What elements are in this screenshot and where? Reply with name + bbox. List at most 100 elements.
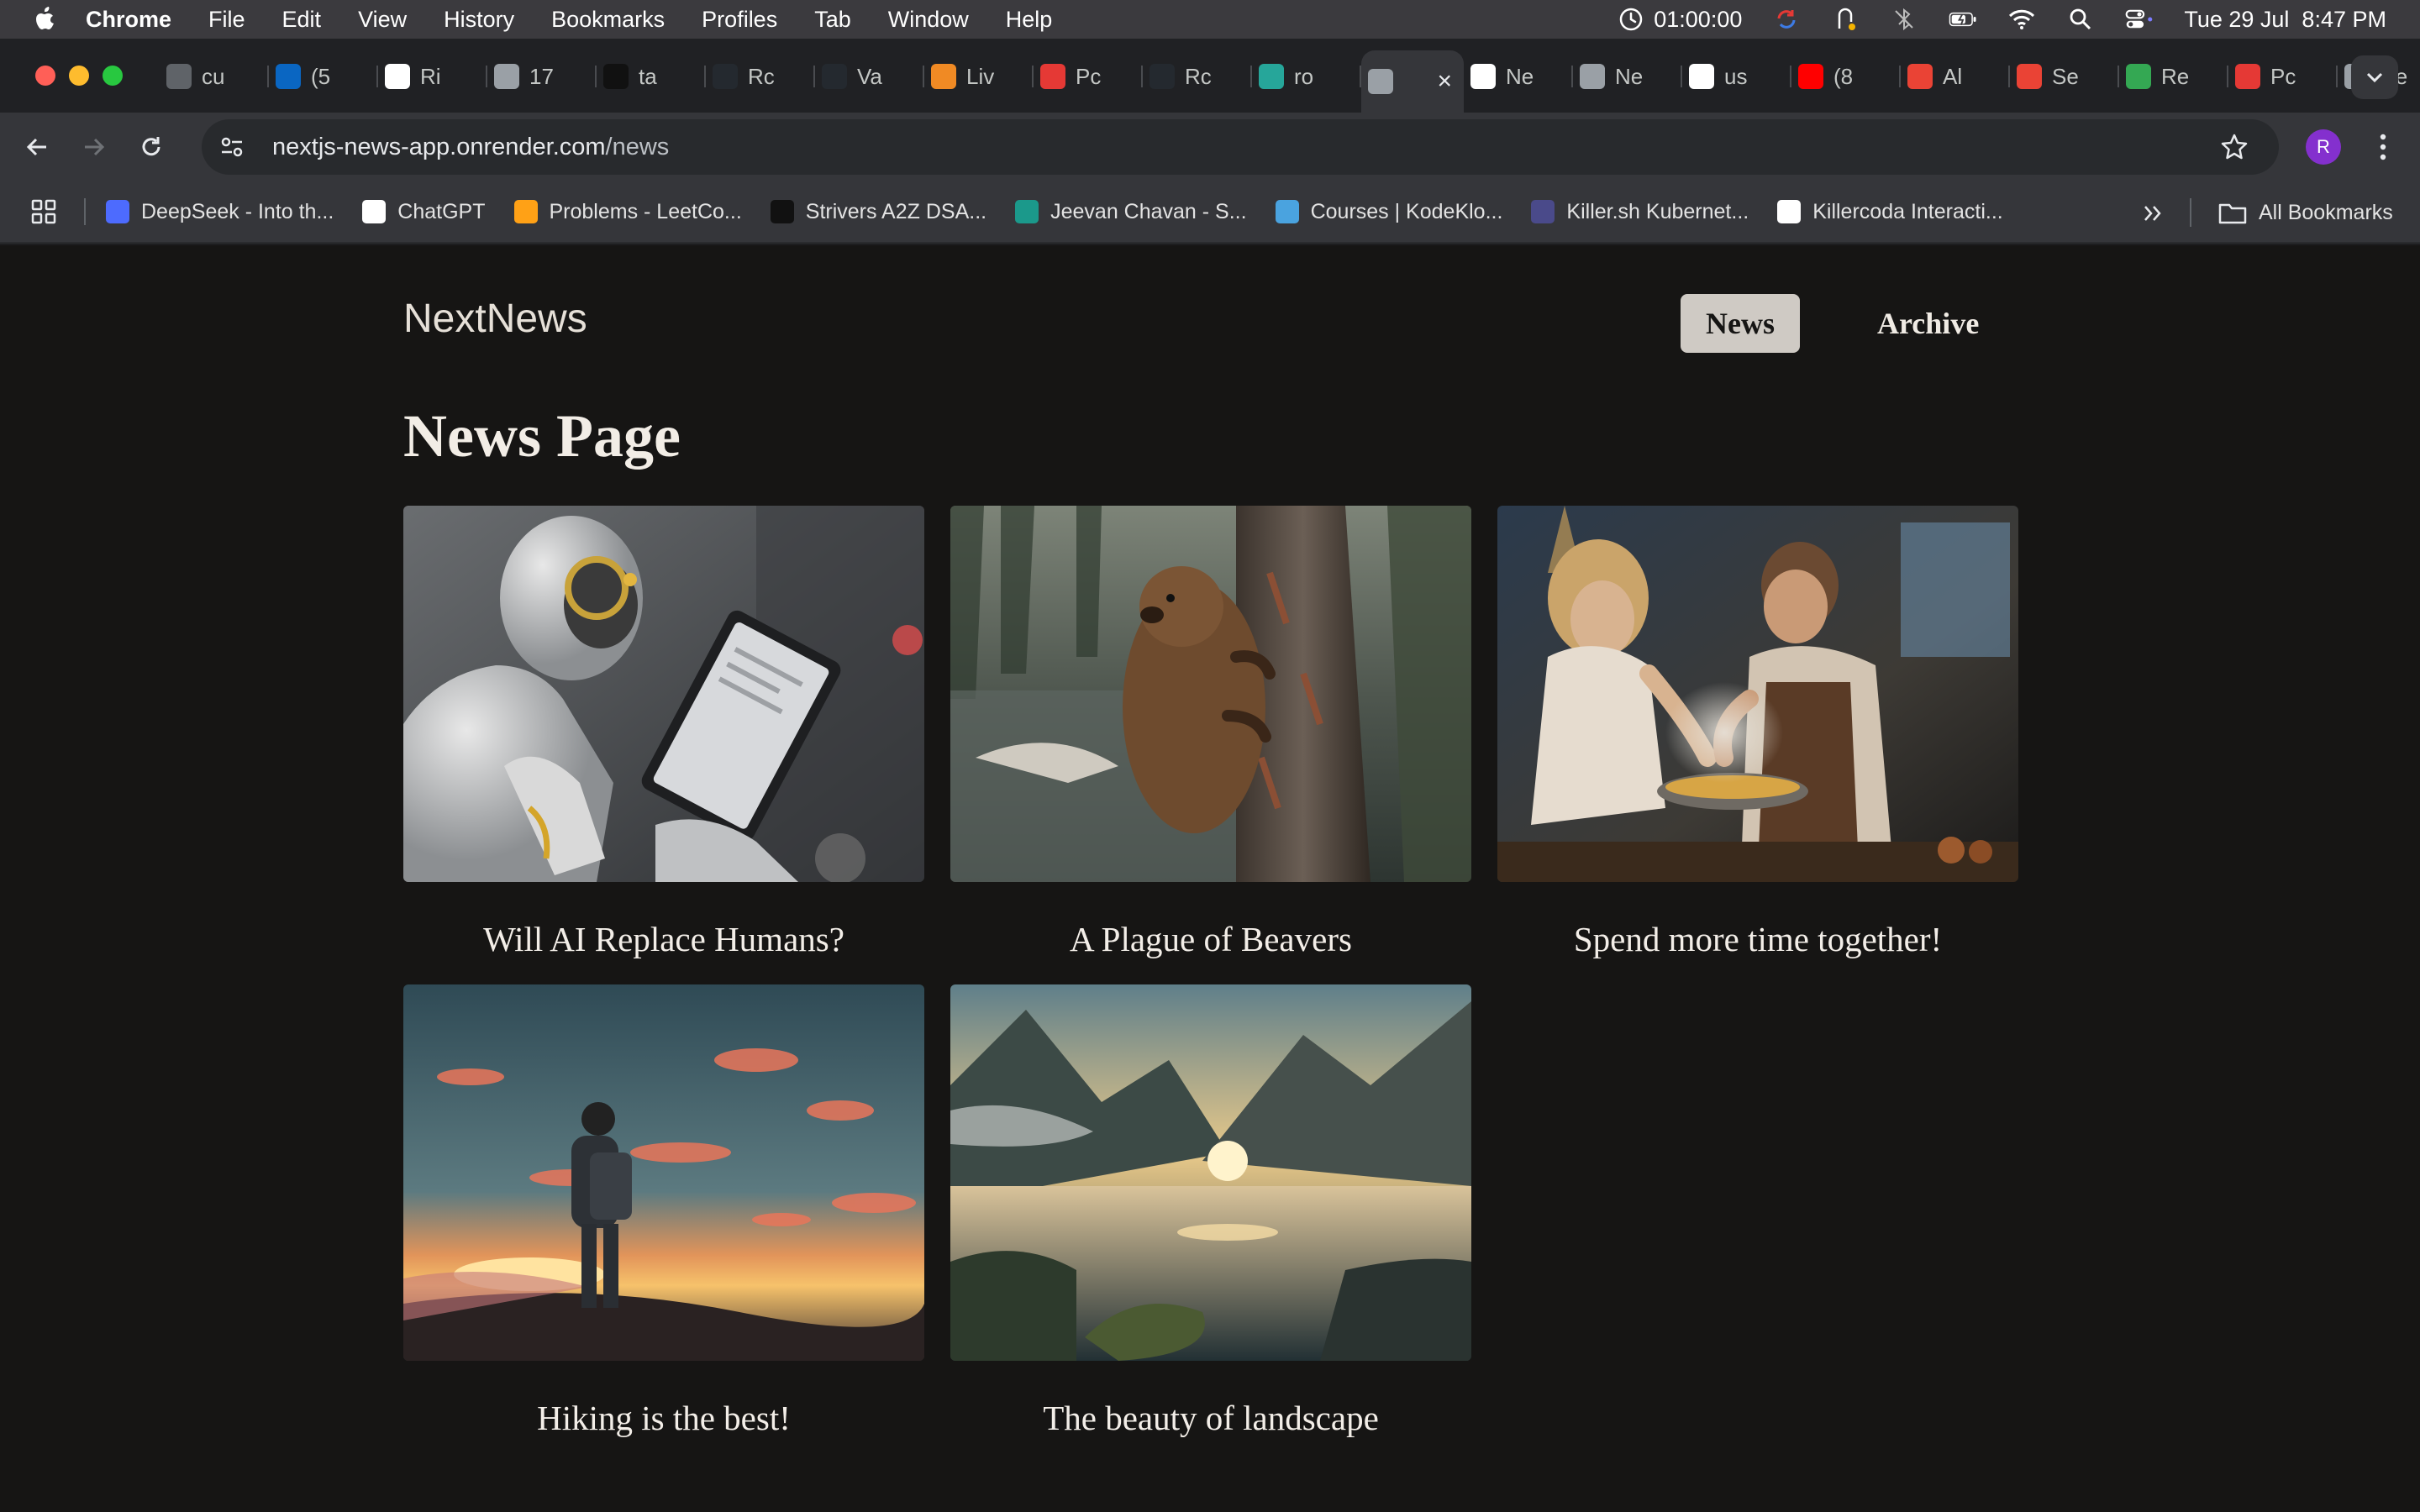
wifi-icon[interactable]: [2007, 7, 2036, 32]
news-image-landscape[interactable]: [950, 984, 1471, 1361]
tab-title: Rc: [1185, 63, 1212, 89]
gmail-icon: [2017, 64, 2042, 89]
menu-help[interactable]: Help: [1006, 7, 1053, 33]
browser-tab[interactable]: Ne: [1573, 50, 1682, 102]
profile-avatar[interactable]: R: [2306, 129, 2341, 165]
tab-title: Re: [2161, 63, 2190, 89]
menu-tab[interactable]: Tab: [814, 7, 851, 33]
tuf-icon: [603, 64, 629, 89]
browser-tab[interactable]: Rc: [706, 50, 815, 102]
browser-tab[interactable]: Pc: [2228, 50, 2338, 102]
back-button[interactable]: [13, 123, 60, 171]
menu-chrome[interactable]: Chrome: [86, 7, 171, 33]
linkedin-icon: [276, 64, 301, 89]
apps-grid-icon[interactable]: [27, 195, 60, 228]
bookmark-item[interactable]: Courses | KodeKlo...: [1275, 200, 1502, 224]
browser-tab[interactable]: Ri: [378, 50, 487, 102]
browser-tab[interactable]: us: [1682, 50, 1791, 102]
browser-tab[interactable]: Rc: [1143, 50, 1252, 102]
news-card[interactable]: Will AI Replace Humans?: [403, 506, 924, 959]
menu-profiles[interactable]: Profiles: [702, 7, 777, 33]
web-page: NextNews News Archive News Page Will AI …: [0, 245, 2420, 1512]
page-icon: [1580, 64, 1605, 89]
close-window-button[interactable]: [35, 66, 55, 86]
news-title[interactable]: Spend more time together!: [1497, 919, 2018, 959]
tab-search-button[interactable]: [2351, 55, 2398, 99]
site-info-icon[interactable]: [213, 129, 250, 165]
browser-tab[interactable]: (5: [269, 50, 378, 102]
minimize-window-button[interactable]: [69, 66, 89, 86]
menu-history[interactable]: History: [444, 7, 514, 33]
tab-title: Pc: [2270, 63, 2296, 89]
nav-link-news[interactable]: News: [1681, 294, 1800, 353]
arrow-left-icon: [26, 138, 46, 156]
menu-view[interactable]: View: [358, 7, 407, 33]
all-bookmarks-button[interactable]: All Bookmarks: [2218, 181, 2393, 244]
browser-tab[interactable]: ro: [1252, 50, 1361, 102]
browser-tab[interactable]: Pc: [1034, 50, 1143, 102]
bookmark-star-icon[interactable]: [2220, 133, 2249, 165]
bookmark-item[interactable]: ChatGPT: [362, 200, 486, 224]
browser-tab[interactable]: Liv: [924, 50, 1034, 102]
spotlight-search-icon[interactable]: [2066, 7, 2095, 32]
browser-tab[interactable]: ta: [597, 50, 706, 102]
news-image-hiker[interactable]: [403, 984, 924, 1361]
menu-bookmarks[interactable]: Bookmarks: [551, 7, 665, 33]
terminal-icon: [1531, 200, 1555, 223]
menu-file[interactable]: File: [208, 7, 245, 33]
bookmark-item[interactable]: Jeevan Chavan - S...: [1015, 200, 1247, 224]
more-menu-icon[interactable]: [2366, 126, 2400, 168]
news-title[interactable]: The beauty of landscape: [950, 1398, 1471, 1438]
battery-charging-icon[interactable]: [1949, 7, 1977, 32]
control-center-icon[interactable]: [2125, 7, 2154, 32]
news-image-robot[interactable]: [403, 506, 924, 882]
browser-tab[interactable]: 17: [487, 50, 597, 102]
browser-tab[interactable]: ×: [1361, 50, 1464, 113]
chevron-down-icon: [2366, 72, 2383, 83]
link-icon: [1470, 64, 1496, 89]
bookmark-item[interactable]: Killercoda Interacti...: [1777, 200, 2003, 224]
news-card[interactable]: Hiking is the best!: [403, 984, 924, 1438]
diamond-icon: [1259, 64, 1284, 89]
menubar-clock[interactable]: Tue 29 Jul 8:47 PM: [2184, 7, 2386, 33]
url-text[interactable]: nextjs-news-app.onrender.com/news: [272, 134, 669, 161]
address-bar[interactable]: nextjs-news-app.onrender.com/news: [202, 119, 2279, 175]
browser-tab[interactable]: Ne: [1464, 50, 1573, 102]
clipboard-manager-icon[interactable]: [1831, 7, 1860, 32]
page-icon: [1368, 69, 1393, 94]
browser-tab[interactable]: Al: [1901, 50, 2010, 102]
forward-button[interactable]: [71, 123, 118, 171]
site-brand-logo[interactable]: NextNews: [403, 296, 587, 342]
browser-tab[interactable]: Re: [2119, 50, 2228, 102]
news-image-cooking[interactable]: [1497, 506, 2018, 882]
news-image-beaver[interactable]: [950, 506, 1471, 882]
close-tab-icon[interactable]: ×: [1437, 67, 1452, 96]
bluetooth-off-icon[interactable]: [1890, 7, 1918, 32]
timer-status-item[interactable]: 01:00:00: [1617, 7, 1742, 33]
browser-tab[interactable]: (8: [1791, 50, 1901, 102]
news-title[interactable]: Hiking is the best!: [403, 1398, 924, 1438]
reload-button[interactable]: [128, 123, 175, 171]
menu-edit[interactable]: Edit: [282, 7, 322, 33]
news-card[interactable]: A Plague of Beavers: [950, 506, 1471, 959]
news-title[interactable]: A Plague of Beavers: [950, 919, 1471, 959]
browser-tab[interactable]: Va: [815, 50, 924, 102]
browser-tab[interactable]: cu: [160, 50, 269, 102]
url-host: nextjs-news-app.onrender.com: [272, 133, 606, 160]
bookmark-item[interactable]: DeepSeek - Into th...: [106, 200, 334, 224]
nav-link-archive[interactable]: Archive: [1852, 294, 2004, 353]
news-card[interactable]: The beauty of landscape: [950, 984, 1471, 1438]
sync-icon[interactable]: [1772, 7, 1801, 32]
menu-window[interactable]: Window: [888, 7, 969, 33]
bookmark-item[interactable]: Killer.sh Kubernet...: [1531, 200, 1749, 224]
tab-title: ta: [639, 63, 657, 89]
browser-tab[interactable]: Se: [2010, 50, 2119, 102]
bookmark-item[interactable]: Problems - LeetCo...: [513, 200, 742, 224]
github-icon: [1150, 64, 1175, 89]
apple-menu-icon[interactable]: [34, 6, 57, 33]
news-title[interactable]: Will AI Replace Humans?: [403, 919, 924, 959]
zoom-window-button[interactable]: [103, 66, 123, 86]
news-card[interactable]: Spend more time together!: [1497, 506, 2018, 959]
more-bookmarks-icon[interactable]: [2136, 198, 2170, 228]
bookmark-item[interactable]: Strivers A2Z DSA...: [770, 200, 986, 224]
